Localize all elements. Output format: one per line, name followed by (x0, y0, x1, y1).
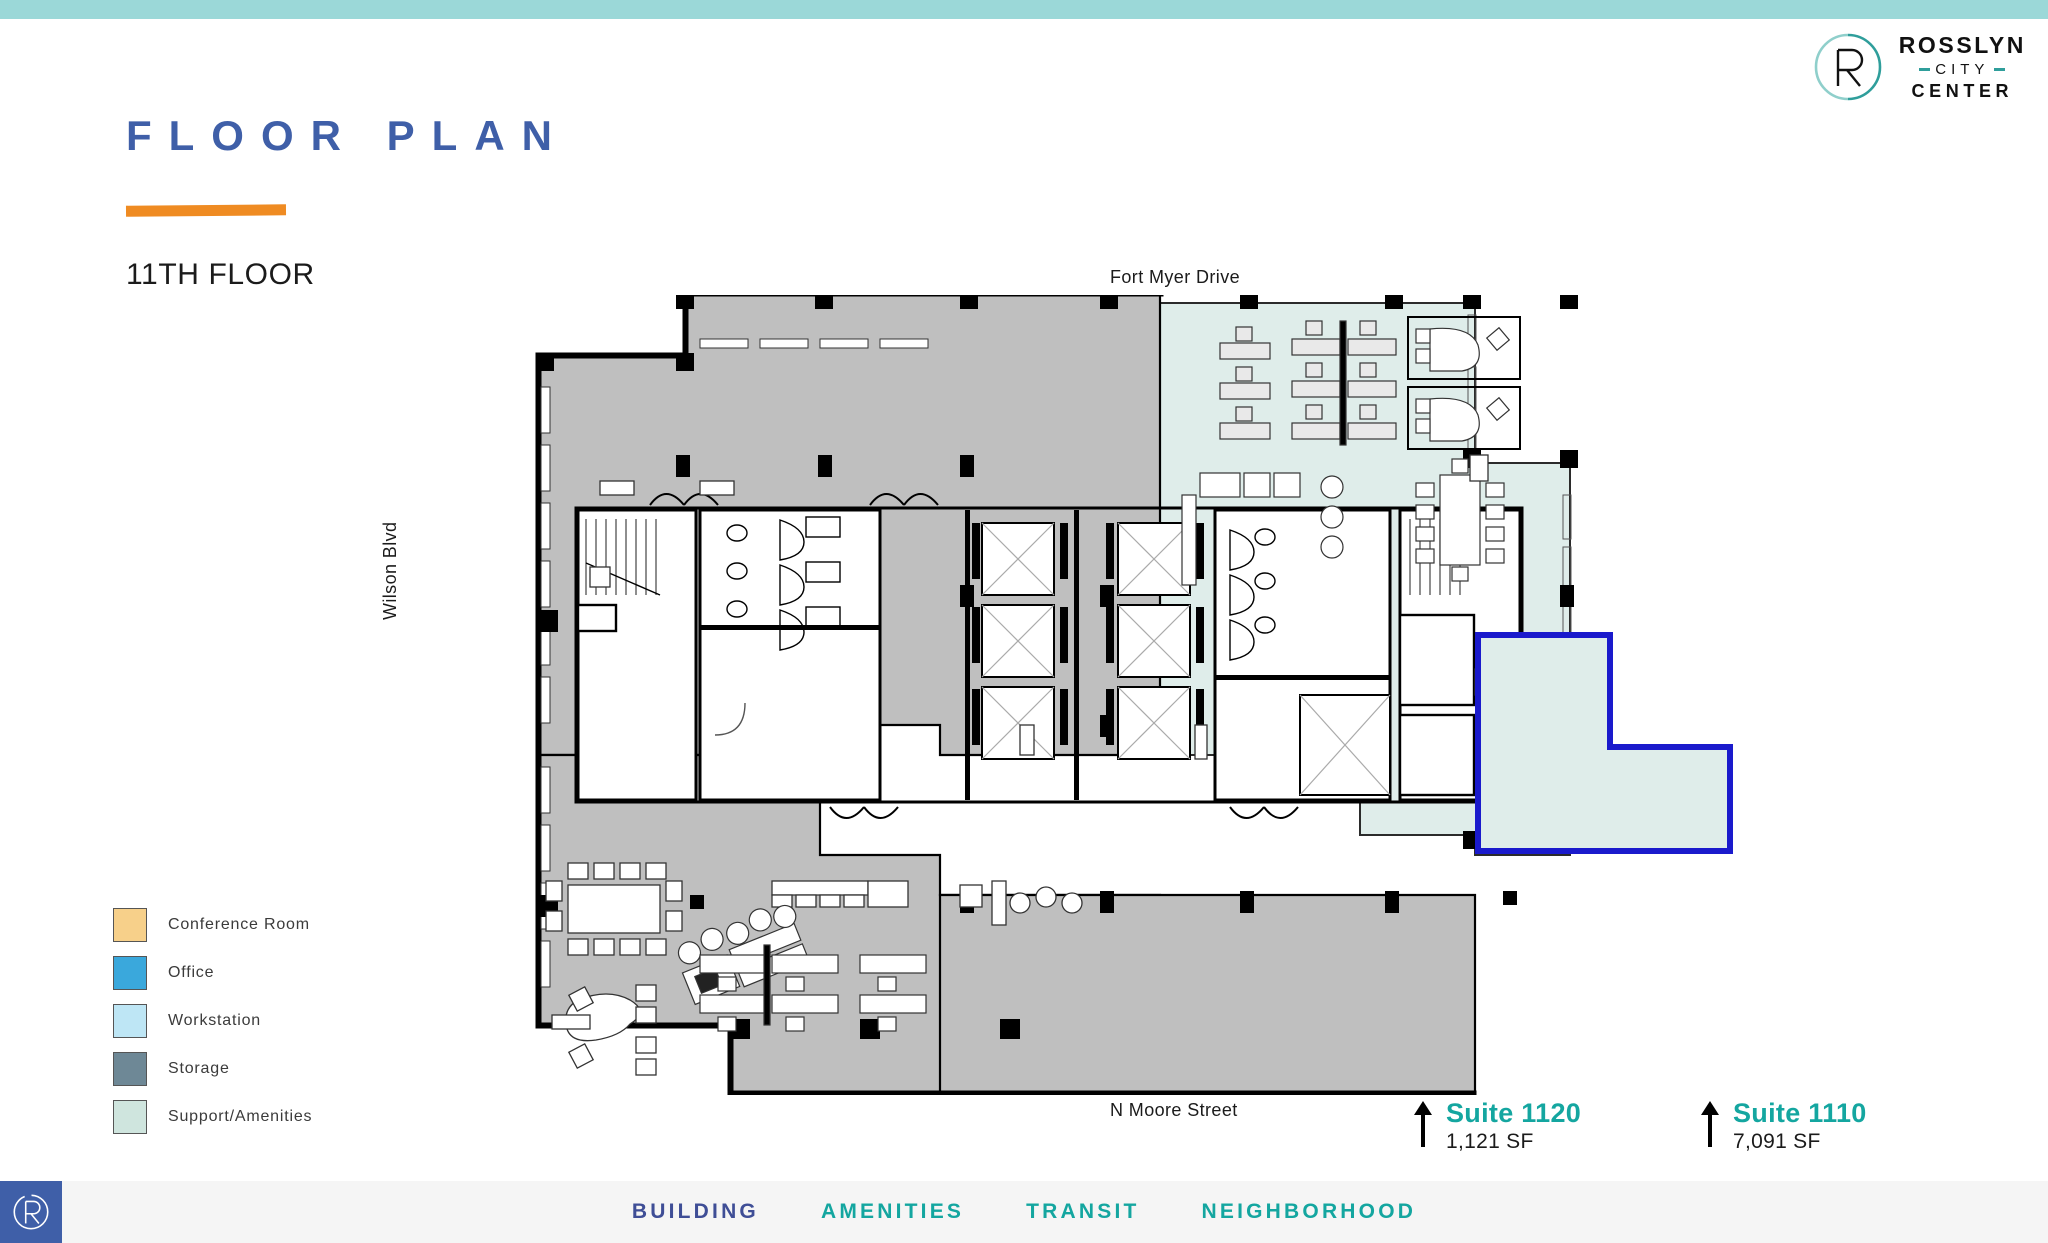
suite-callout-1120[interactable]: Suite 1120 1,121 SF (1413, 1098, 1581, 1155)
legend-label-support-amenities: Support/Amenities (168, 1108, 313, 1125)
footer-logo-button[interactable] (0, 1181, 62, 1243)
legend-swatch-conference-room (113, 908, 147, 942)
suite-1110-area: 7,091 SF (1733, 1129, 1821, 1153)
corridor-doors-south (829, 806, 1299, 819)
floor-plan-page: ROSSLYN CITY CENTER FLOOR PLAN 11TH FLOO… (0, 0, 2048, 1243)
legend-label-office: Office (168, 964, 215, 981)
legend-label-workstation: Workstation (168, 1012, 261, 1029)
top-accent-bar (0, 0, 2048, 19)
stairwell-west (576, 508, 698, 802)
bottom-nav-bar: BUILDING AMENITIES TRANSIT NEIGHBORHOOD (0, 1181, 2048, 1243)
nav-item-transit[interactable]: TRANSIT (1026, 1200, 1139, 1224)
legend-item-conference-room: Conference Room (113, 908, 312, 942)
legend-item-workstation: Workstation (113, 1004, 312, 1038)
brand-dash-right (1994, 68, 2006, 71)
street-label-wilson-blvd: Wilson Blvd (380, 521, 400, 620)
legend-label-storage: Storage (168, 1060, 230, 1077)
nav-item-neighborhood[interactable]: NEIGHBORHOOD (1202, 1200, 1417, 1224)
floor-plan-drawing[interactable] (400, 295, 1960, 1095)
suite-1120-name: Suite 1120 (1446, 1098, 1582, 1128)
restroom-west (698, 508, 882, 802)
brand-logo[interactable]: ROSSLYN CITY CENTER (1811, 30, 2026, 104)
legend-item-support-amenities: Support/Amenities (113, 1100, 312, 1134)
suite-1120-area: 1,121 SF (1446, 1129, 1534, 1153)
brand-line-1: ROSSLYN (1898, 32, 2026, 58)
legend: Conference Room Office Workstation Stora… (113, 908, 312, 1134)
page-title: FLOOR PLAN (126, 112, 569, 159)
furniture-workstations-ne (1219, 320, 1397, 446)
suite-1110-name: Suite 1110 (1733, 1098, 1867, 1128)
up-arrow-icon (1701, 1101, 1719, 1147)
legend-swatch-workstation (113, 1004, 147, 1038)
suite-callout-1110[interactable]: Suite 1110 7,091 SF (1700, 1098, 1867, 1155)
legend-swatch-support-amenities (113, 1100, 147, 1134)
street-label-n-moore-street: N Moore Street (1110, 1100, 1238, 1120)
brand-line-3: CENTER (1911, 81, 2014, 101)
restroom-east (1213, 508, 1392, 802)
rosslyn-monogram-icon (1814, 33, 1882, 101)
title-accent-rule (125, 204, 287, 217)
up-arrow-icon (1414, 1101, 1432, 1147)
legend-item-storage: Storage (113, 1052, 312, 1086)
suite-1120-highlight[interactable] (1475, 632, 1733, 854)
legend-label-conference-room: Conference Room (168, 916, 310, 933)
legend-item-office: Office (113, 956, 312, 990)
rosslyn-monogram-icon (13, 1194, 49, 1230)
nav-item-building[interactable]: BUILDING (632, 1200, 759, 1224)
brand-dash-left (1919, 68, 1931, 71)
legend-swatch-office (113, 956, 147, 990)
legend-swatch-storage (113, 1052, 147, 1086)
page-subtitle: 11TH FLOOR (126, 258, 315, 291)
brand-line-2: CITY (1935, 61, 1990, 78)
nav-item-amenities[interactable]: AMENITIES (821, 1200, 964, 1224)
street-label-fort-myer-drive: Fort Myer Drive (1110, 267, 1241, 287)
